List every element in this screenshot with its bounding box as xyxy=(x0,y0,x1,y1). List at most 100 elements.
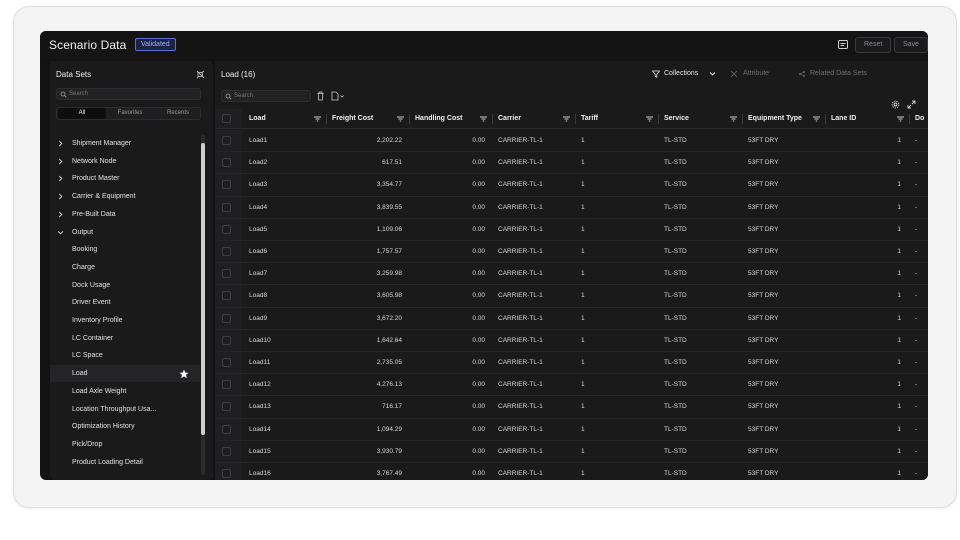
table-row[interactable]: Load15 3,930.79 0.00 CARRIER-TL-1 1 TL-STD 53F… xyxy=(215,440,928,463)
sidebar-item[interactable]: Optimization History xyxy=(50,418,200,435)
reset-button[interactable]: Reset xyxy=(855,37,892,53)
chevron-right-icon[interactable] xyxy=(57,175,64,182)
row-checkbox[interactable] xyxy=(222,291,231,301)
column-header[interactable]: Lane ID xyxy=(831,109,856,129)
column-menu-icon[interactable] xyxy=(563,116,570,122)
sidebar-item[interactable]: Inventory Profile xyxy=(50,312,200,329)
row-checkbox[interactable] xyxy=(222,269,231,279)
chevron-right-icon[interactable] xyxy=(57,211,64,218)
sidebar-item[interactable]: LC Container xyxy=(50,330,200,347)
grid-search-input[interactable]: Search xyxy=(221,90,311,102)
tab-recents[interactable]: Recents xyxy=(154,108,202,119)
column-header[interactable]: Service xyxy=(664,109,689,129)
column-menu-icon[interactable] xyxy=(813,116,820,122)
table-row[interactable]: Load6 1,757.57 0.00 CARRIER-TL-1 1 TL-STD 53FT… xyxy=(215,241,928,264)
sidebar-item[interactable]: Location Throughput Usa... xyxy=(50,401,200,418)
row-checkbox[interactable] xyxy=(222,335,231,345)
row-checkbox[interactable] xyxy=(222,402,231,412)
row-checkbox[interactable] xyxy=(222,136,231,145)
row-checkbox[interactable] xyxy=(222,224,231,234)
row-checkbox[interactable] xyxy=(222,424,231,434)
row-checkbox[interactable] xyxy=(222,380,231,390)
column-menu-icon[interactable] xyxy=(646,116,653,122)
collapse-panel-icon[interactable] xyxy=(196,70,205,79)
row-checkbox[interactable] xyxy=(222,180,231,190)
sidebar-item[interactable]: Product Master xyxy=(50,170,200,187)
sidebar-item[interactable]: Product Loading Detail xyxy=(50,454,200,471)
column-header[interactable]: Do xyxy=(915,109,924,129)
row-checkbox[interactable] xyxy=(222,202,231,212)
select-all-checkbox[interactable] xyxy=(222,114,231,123)
sidebar-item[interactable]: Pre-Built Data xyxy=(50,206,200,223)
table-row[interactable]: Load11 2,735.05 0.00 CARRIER-TL-1 1 TL-STD 53F… xyxy=(215,352,928,375)
table-row[interactable]: Load5 1,109.06 0.00 CARRIER-TL-1 1 TL-STD 53FT… xyxy=(215,218,928,241)
sidebar-scrollbar-thumb[interactable] xyxy=(201,143,205,435)
delete-icon[interactable] xyxy=(316,91,325,101)
tab-favorites[interactable]: Favorites xyxy=(106,108,154,119)
sidebar-item[interactable]: Driver Event xyxy=(50,294,200,311)
sidebar-item[interactable]: Charge xyxy=(50,259,200,276)
settings-gear-icon[interactable] xyxy=(891,100,900,109)
sidebar-item[interactable]: Dock Usage xyxy=(50,277,200,294)
row-checkbox[interactable] xyxy=(222,358,231,367)
table-row[interactable]: Load12 4,276.13 0.00 CARRIER-TL-1 1 TL-STD 53F… xyxy=(215,374,928,397)
column-menu-icon[interactable] xyxy=(314,116,321,122)
notes-icon[interactable] xyxy=(837,39,849,51)
chevron-right-icon[interactable] xyxy=(57,158,64,165)
column-menu-icon[interactable] xyxy=(397,116,404,122)
favorite-star-icon[interactable] xyxy=(179,369,189,379)
related-data-sets-button[interactable]: Related Data Sets xyxy=(795,67,887,81)
save-button[interactable]: Save xyxy=(894,37,928,53)
expand-icon[interactable] xyxy=(907,100,916,109)
table-row[interactable]: Load3 3,354.77 0.00 CARRIER-TL-1 1 TL-STD 53FT… xyxy=(215,174,928,197)
row-checkbox[interactable] xyxy=(222,469,231,478)
table-row[interactable]: Load7 3,259.98 0.00 CARRIER-TL-1 1 TL-STD 53FT… xyxy=(215,263,928,286)
sidebar-item[interactable]: Pick/Drop xyxy=(50,436,200,453)
table-row[interactable]: Load1 2,202.22 0.00 CARRIER-TL-1 1 TL-STD 53FT… xyxy=(215,130,928,153)
chevron-right-icon[interactable] xyxy=(57,140,64,147)
sidebar-item[interactable]: Output xyxy=(50,224,200,241)
column-header[interactable]: Equipment Type xyxy=(748,109,802,129)
column-menu-icon[interactable] xyxy=(897,116,904,122)
column-resize-handle[interactable] xyxy=(575,114,576,124)
chevron-right-icon[interactable] xyxy=(57,193,64,200)
row-checkbox[interactable] xyxy=(222,446,231,456)
column-resize-handle[interactable] xyxy=(326,114,327,124)
column-header[interactable]: Tariff xyxy=(581,109,598,129)
table-row[interactable]: Load9 3,672.20 0.00 CARRIER-TL-1 1 TL-STD 53FT… xyxy=(215,307,928,330)
table-row[interactable]: Load10 1,642.64 0.00 CARRIER-TL-1 1 TL-STD 53F… xyxy=(215,329,928,352)
row-checkbox[interactable] xyxy=(222,247,231,256)
chevron-down-icon[interactable] xyxy=(57,229,64,236)
table-row[interactable]: Load4 3,839.55 0.00 CARRIER-TL-1 1 TL-STD 53FT… xyxy=(215,196,928,219)
sidebar-search-input[interactable]: Search xyxy=(56,88,201,100)
column-resize-handle[interactable] xyxy=(909,114,910,124)
column-menu-icon[interactable] xyxy=(730,116,737,122)
sidebar-item[interactable]: Shipment Manager xyxy=(50,135,200,152)
column-resize-handle[interactable] xyxy=(825,114,826,124)
column-resize-handle[interactable] xyxy=(742,114,743,124)
column-header[interactable]: Carrier xyxy=(498,109,521,129)
column-header[interactable]: Freight Cost xyxy=(332,109,373,129)
row-checkbox[interactable] xyxy=(222,158,231,168)
sidebar-item[interactable]: Load xyxy=(50,365,200,383)
column-resize-handle[interactable] xyxy=(409,114,410,124)
column-header[interactable]: Handling Cost xyxy=(415,109,462,129)
table-row[interactable]: Load2 617.51 0.00 CARRIER-TL-1 1 TL-STD 53FT D… xyxy=(215,152,928,175)
column-resize-handle[interactable] xyxy=(658,114,659,124)
column-menu-icon[interactable] xyxy=(480,116,487,122)
sidebar-item[interactable]: Load Axle Weight xyxy=(50,383,200,400)
column-header[interactable]: Load xyxy=(249,109,266,129)
sidebar-item[interactable]: Carrier & Equipment xyxy=(50,188,200,205)
sidebar-item[interactable]: Booking xyxy=(50,241,200,258)
column-resize-handle[interactable] xyxy=(492,114,493,124)
tab-all[interactable]: All xyxy=(58,108,106,119)
table-row[interactable]: Load14 1,094.29 0.00 CARRIER-TL-1 1 TL-STD 53F… xyxy=(215,418,928,441)
table-row[interactable]: Load16 3,767.49 0.00 CARRIER-TL-1 1 TL-STD 53F… xyxy=(215,463,928,480)
table-row[interactable]: Load8 3,605.98 0.00 CARRIER-TL-1 1 TL-STD 53FT… xyxy=(215,285,928,308)
row-checkbox[interactable] xyxy=(222,313,231,323)
sidebar-item[interactable]: Network Node xyxy=(50,153,200,170)
attribute-button[interactable]: Attribute xyxy=(727,67,789,81)
table-row[interactable]: Load13 716.17 0.00 CARRIER-TL-1 1 TL-STD 53FT … xyxy=(215,396,928,419)
export-menu-icon[interactable] xyxy=(331,91,345,101)
collections-button[interactable]: Collections xyxy=(650,67,722,81)
